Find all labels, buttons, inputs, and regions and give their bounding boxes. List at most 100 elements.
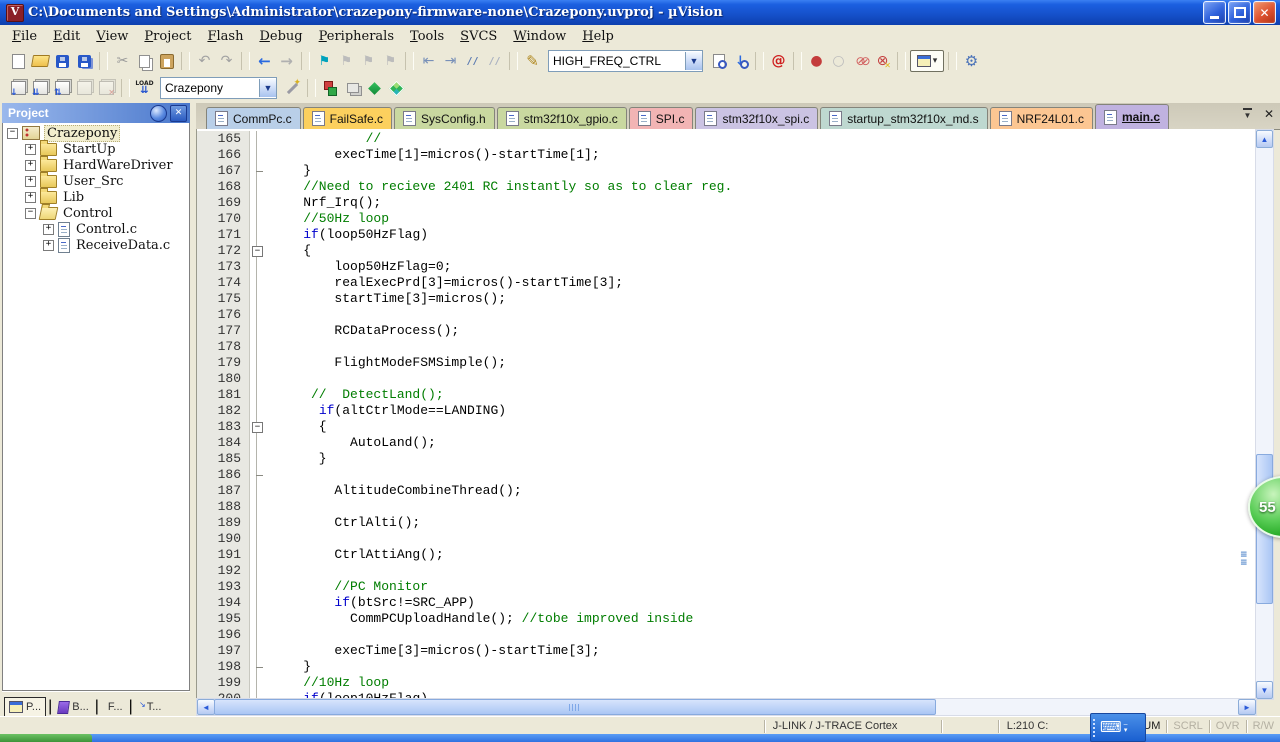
tab-startup_stm32f10x_md.s[interactable]: startup_stm32f10x_md.s — [820, 107, 987, 129]
bp-enable-icon[interactable] — [828, 51, 849, 71]
scroll-down-icon[interactable]: ▼ — [1256, 681, 1273, 699]
menu-debug[interactable]: Debug — [251, 27, 310, 46]
tab-stm32f10x_gpio.c[interactable]: stm32f10x_gpio.c — [497, 107, 627, 129]
drag-handle-icon[interactable] — [1093, 719, 1098, 737]
uncomment-box-icon[interactable] — [484, 51, 505, 71]
nav-back-icon[interactable] — [254, 51, 275, 71]
start-button-sliver[interactable] — [0, 734, 92, 742]
scroll-up-icon[interactable]: ▲ — [1256, 130, 1273, 148]
scroll-right-icon[interactable]: ► — [1238, 699, 1256, 715]
build-icon[interactable] — [30, 78, 51, 98]
packs-icon[interactable] — [364, 78, 385, 98]
minimize-button[interactable] — [1203, 1, 1226, 24]
tab-stm32f10x_spi.c[interactable]: stm32f10x_spi.c — [695, 107, 818, 129]
panel-tab-braces[interactable]: F... — [101, 698, 127, 716]
tab-CommPc.c[interactable]: CommPc.c — [206, 107, 301, 129]
target-combo[interactable]: ▼ — [160, 77, 277, 99]
tree-item-lib[interactable]: Lib — [3, 189, 189, 205]
menu-peripherals[interactable]: Peripherals — [311, 27, 402, 46]
copy-icon[interactable] — [134, 51, 155, 71]
horizontal-scroll-thumb[interactable] — [214, 699, 936, 715]
tab-close-icon[interactable]: ✕ — [1264, 107, 1274, 121]
incremental-find-icon[interactable] — [730, 51, 751, 71]
menu-file[interactable]: File — [4, 27, 45, 46]
batch-build-icon[interactable] — [74, 78, 95, 98]
tree-item-control.c[interactable]: Control.c — [3, 221, 189, 237]
project-tree[interactable]: CrazeponyStartUpHardWareDriverUser_SrcLi… — [2, 123, 190, 691]
unindent-icon[interactable] — [418, 51, 439, 71]
tree-item-hardwaredriver[interactable]: HardWareDriver — [3, 157, 189, 173]
cut-icon[interactable] — [112, 51, 133, 71]
bookmark-toggle-icon[interactable] — [314, 51, 335, 71]
search-combo[interactable]: ▼ — [548, 50, 703, 72]
expand-icon[interactable] — [25, 144, 36, 155]
panel-tab-templates[interactable]: T... — [135, 698, 166, 716]
tree-item-crazepony[interactable]: Crazepony — [3, 125, 189, 141]
expand-icon[interactable] — [43, 240, 54, 251]
tree-item-user_src[interactable]: User_Src — [3, 173, 189, 189]
menu-flash[interactable]: Flash — [199, 27, 251, 46]
tab-SysConfig.h[interactable]: SysConfig.h — [394, 107, 495, 129]
menu-tools[interactable]: Tools — [402, 27, 452, 46]
tree-item-startup[interactable]: StartUp — [3, 141, 189, 157]
chevron-down-icon[interactable]: ▼ — [685, 52, 702, 70]
expand-icon[interactable] — [25, 176, 36, 187]
tab-SPI.c[interactable]: SPI.c — [629, 107, 694, 129]
find-browse-icon[interactable] — [522, 51, 543, 71]
panel-tab-project[interactable]: P... — [4, 697, 46, 716]
redo-icon[interactable] — [216, 51, 237, 71]
collapse-icon[interactable] — [7, 128, 18, 139]
close-button[interactable]: ✕ — [1253, 1, 1276, 24]
translate-icon[interactable] — [8, 78, 29, 98]
widget-grip-icon[interactable]: ≡≡ — [1240, 551, 1248, 567]
restore-button[interactable] — [1228, 1, 1251, 24]
load-icon[interactable] — [134, 78, 155, 98]
find-in-files-icon[interactable] — [708, 51, 729, 71]
bp-disable-all-icon[interactable] — [850, 51, 871, 71]
menu-svcs[interactable]: SVCS — [452, 27, 505, 46]
bp-toggle-icon[interactable] — [806, 51, 827, 71]
collapse-icon[interactable] — [25, 208, 36, 219]
expand-icon[interactable] — [25, 192, 36, 203]
expand-icon[interactable] — [25, 160, 36, 171]
wrench-icon[interactable] — [961, 51, 982, 71]
search-input[interactable] — [549, 53, 685, 69]
tree-item-receivedata.c[interactable]: ReceiveData.c — [3, 237, 189, 253]
panel-close-button[interactable]: ✕ — [170, 105, 187, 122]
fold-collapse-icon[interactable] — [250, 243, 264, 259]
new-file-icon[interactable] — [8, 51, 29, 71]
debug-windows-icon[interactable] — [910, 50, 944, 72]
pin-icon[interactable] — [150, 105, 167, 122]
undo-icon[interactable] — [194, 51, 215, 71]
save-icon[interactable] — [52, 51, 73, 71]
chevron-down-icon[interactable]: ▾ — [1124, 728, 1128, 734]
rebuild-icon[interactable] — [52, 78, 73, 98]
menu-project[interactable]: Project — [136, 27, 199, 46]
chevron-down-icon[interactable]: ▼ — [259, 79, 276, 97]
menu-edit[interactable]: Edit — [45, 27, 88, 46]
runtime-icon[interactable] — [386, 78, 407, 98]
bookmark-clear-icon[interactable] — [380, 51, 401, 71]
vertical-scrollbar[interactable]: ▲ ▼ — [1255, 129, 1274, 700]
scroll-left-icon[interactable]: ◄ — [197, 699, 215, 715]
tree-item-control[interactable]: Control — [3, 205, 189, 221]
ime-controls[interactable]: –▾ — [1124, 722, 1128, 734]
menu-help[interactable]: Help — [574, 27, 622, 46]
manage-components-icon[interactable] — [320, 78, 341, 98]
nav-forward-icon[interactable] — [276, 51, 297, 71]
bookmark-next-icon[interactable] — [358, 51, 379, 71]
options-target-icon[interactable] — [282, 78, 303, 98]
paste-icon[interactable] — [156, 51, 177, 71]
save-all-icon[interactable] — [74, 51, 95, 71]
indent-icon[interactable] — [440, 51, 461, 71]
tab-list-icon[interactable] — [1243, 108, 1252, 120]
bp-kill-all-icon[interactable] — [872, 51, 893, 71]
expand-icon[interactable] — [43, 224, 54, 235]
manage-books-icon[interactable] — [342, 78, 363, 98]
tab-main.c[interactable]: main.c — [1095, 104, 1169, 129]
code-editor[interactable]: 165 //166 execTime[1]=micros()-startTime… — [196, 129, 1257, 700]
panel-tab-books[interactable]: B... — [54, 698, 93, 716]
menu-window[interactable]: Window — [505, 27, 574, 46]
target-select[interactable] — [161, 80, 259, 96]
fold-collapse-icon[interactable] — [250, 419, 264, 435]
